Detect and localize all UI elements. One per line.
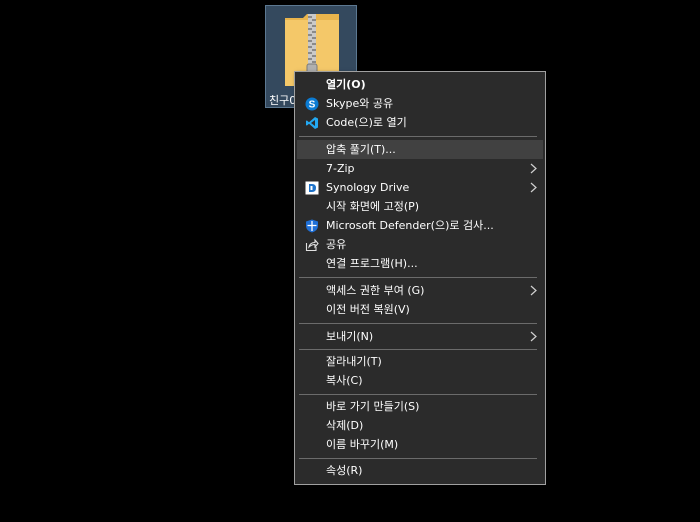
menu-item-label: 이전 버전 복원(V) <box>326 303 410 316</box>
menu-item-label: Skype와 공유 <box>326 97 394 110</box>
menu-item-label: 이름 바꾸기(M) <box>326 438 399 451</box>
menu-item-label: 압축 풀기(T)... <box>326 143 396 156</box>
menu-item-label: 복사(C) <box>326 374 363 387</box>
menu-separator <box>299 136 537 137</box>
menu-separator <box>299 349 537 350</box>
shield-icon <box>306 219 318 233</box>
menu-separator <box>299 323 537 324</box>
menu-separator <box>299 394 537 395</box>
menu-separator <box>299 458 537 459</box>
chevron-right-icon <box>530 163 537 174</box>
share-icon <box>305 238 319 252</box>
menu-item-label: 보내기(N) <box>326 330 374 343</box>
menu-item-label: 속성(R) <box>326 464 363 477</box>
menu-item-properties[interactable]: 속성(R) <box>297 461 543 480</box>
chevron-right-icon <box>530 331 537 342</box>
menu-item-pin-start[interactable]: 시작 화면에 고정(P) <box>297 197 543 216</box>
menu-item-extract[interactable]: 압축 풀기(T)... <box>297 140 543 159</box>
menu-item-copy[interactable]: 복사(C) <box>297 371 543 390</box>
menu-item-label: 공유 <box>326 238 347 251</box>
menu-item-synology-drive[interactable]: Synology Drive <box>297 178 543 197</box>
menu-item-label: 연결 프로그램(H)... <box>326 257 418 270</box>
menu-item-send-to[interactable]: 보내기(N) <box>297 327 543 346</box>
menu-item-label: 7-Zip <box>326 162 355 175</box>
menu-item-label: Synology Drive <box>326 181 410 194</box>
chevron-right-icon <box>530 182 537 193</box>
menu-item-open-with[interactable]: 연결 프로그램(H)... <box>297 254 543 273</box>
menu-item-open-code[interactable]: Code(으)로 열기 <box>297 113 543 132</box>
menu-item-label: Code(으)로 열기 <box>326 116 407 129</box>
menu-separator <box>299 277 537 278</box>
menu-item-create-shortcut[interactable]: 바로 가기 만들기(S) <box>297 397 543 416</box>
menu-item-give-access[interactable]: 액세스 권한 부여 (G) <box>297 281 543 300</box>
skype-icon: S <box>305 97 319 111</box>
menu-item-label: Microsoft Defender(으)로 검사... <box>326 219 494 232</box>
menu-item-label: 바로 가기 만들기(S) <box>326 400 420 413</box>
chevron-right-icon <box>530 285 537 296</box>
menu-item-cut[interactable]: 잘라내기(T) <box>297 352 543 371</box>
menu-item-restore-versions[interactable]: 이전 버전 복원(V) <box>297 300 543 319</box>
menu-item-label: 액세스 권한 부여 (G) <box>326 284 425 297</box>
menu-item-delete[interactable]: 삭제(D) <box>297 416 543 435</box>
vscode-icon <box>306 117 318 129</box>
context-menu: 열기(O) S Skype와 공유 Code(으)로 열기 압축 풀기(T)..… <box>294 71 546 485</box>
menu-item-defender-scan[interactable]: Microsoft Defender(으)로 검사... <box>297 216 543 235</box>
menu-item-open[interactable]: 열기(O) <box>297 75 543 94</box>
menu-item-label: 삭제(D) <box>326 419 364 432</box>
menu-item-7zip[interactable]: 7-Zip <box>297 159 543 178</box>
menu-item-rename[interactable]: 이름 바꾸기(M) <box>297 435 543 454</box>
menu-item-label: 열기(O) <box>326 78 366 91</box>
synology-drive-icon <box>305 181 319 195</box>
menu-item-label: 잘라내기(T) <box>326 355 382 368</box>
menu-item-share[interactable]: 공유 <box>297 235 543 254</box>
menu-item-label: 시작 화면에 고정(P) <box>326 200 420 213</box>
svg-text:S: S <box>309 100 316 111</box>
menu-item-share-skype[interactable]: S Skype와 공유 <box>297 94 543 113</box>
